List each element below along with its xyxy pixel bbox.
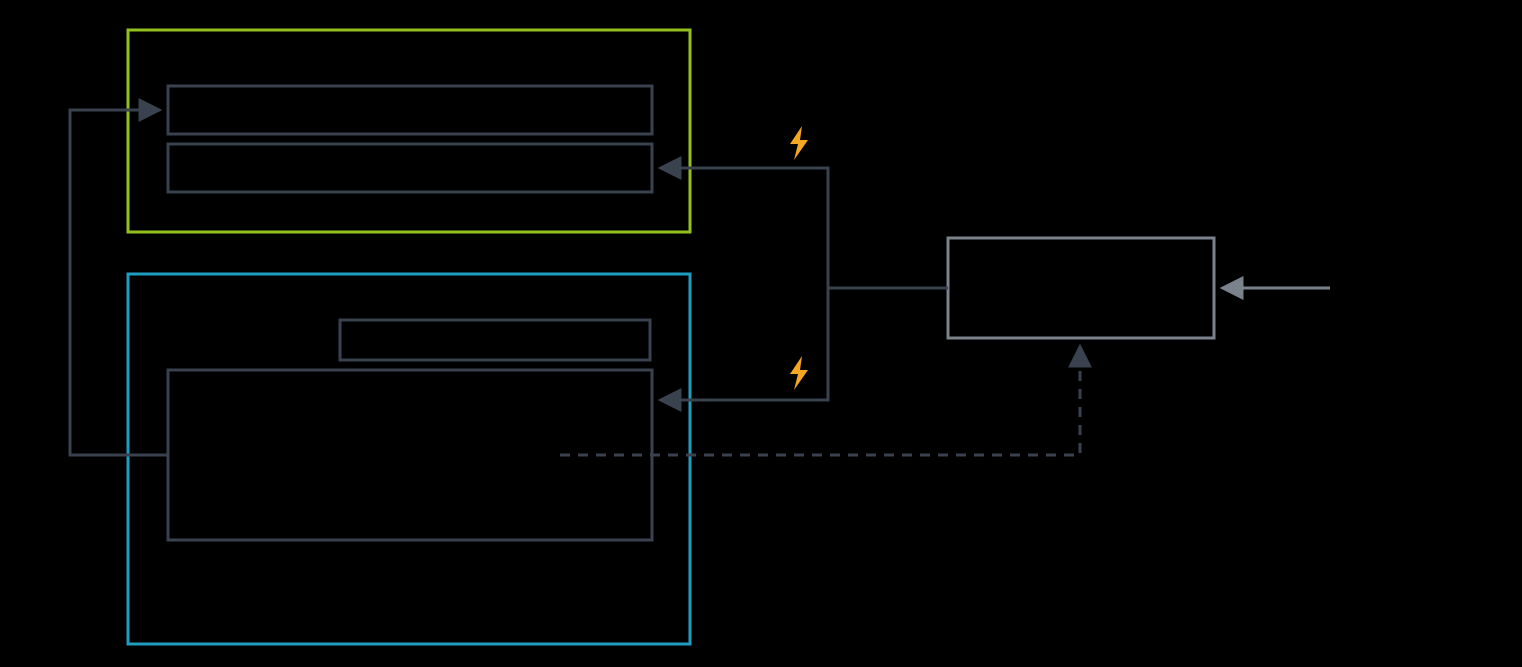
diagram-canvas	[0, 0, 1522, 667]
lightning-icon	[790, 356, 808, 390]
to-top-arrow	[660, 168, 830, 288]
bottom-group-box	[128, 274, 690, 644]
top-group-box	[128, 30, 690, 232]
lightning-icon	[790, 126, 808, 160]
bottom-small-box	[340, 320, 650, 360]
top-row2-box	[168, 144, 652, 192]
top-row1-box	[168, 86, 652, 134]
to-bottom-arrow	[660, 288, 830, 400]
diagram-svg	[0, 0, 1522, 667]
feedback-arrow	[70, 110, 168, 455]
right-box	[948, 238, 1214, 338]
